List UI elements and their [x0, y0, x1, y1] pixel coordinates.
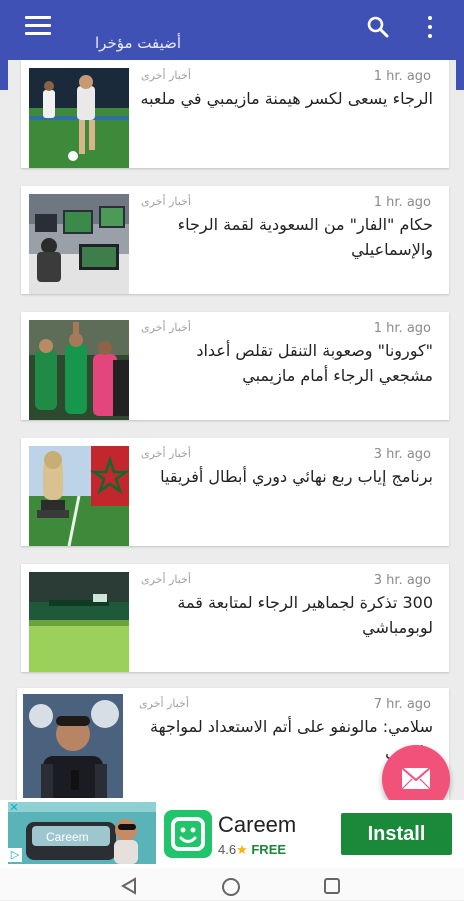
ad-rating-value: 4.6 — [218, 842, 237, 857]
article-source: أخبار أخرى — [141, 321, 191, 334]
article-thumbnail — [29, 320, 129, 420]
page-title: أضيفت مؤخرا — [95, 34, 182, 52]
article-headline: "كورونا" وصعوبة التنقل تقلص أعداد مشجعي … — [196, 341, 433, 385]
ad-banner[interactable]: Careem ✕ ▷ Careem 4.6★ FREE Install — [0, 800, 464, 868]
article-headline: 300 تذكرة لجماهير الرجاء لمتابعة قمة لوب… — [177, 593, 433, 637]
back-triangle-icon[interactable] — [120, 877, 138, 899]
article-thumbnail — [29, 572, 129, 672]
article-headline: حكام "الفار" من السعودية لقمة الرجاء وال… — [177, 215, 433, 259]
article-thumbnail — [29, 68, 129, 168]
app-bar: أضيفت مؤخرا — [0, 0, 464, 60]
article-time: 3 hr. ago — [373, 447, 431, 462]
hamburger-menu-icon[interactable] — [25, 16, 51, 36]
article-source: أخبار أخرى — [141, 69, 191, 82]
article-card[interactable]: أخبار أخرى 1 hr. ago الرجاء يسعى لكسر هي… — [21, 60, 449, 168]
home-circle-icon[interactable] — [221, 877, 241, 901]
ad-image[interactable]: Careem — [8, 802, 156, 864]
article-source: أخبار أخرى — [141, 573, 191, 586]
article-source: أخبار أخرى — [141, 195, 191, 208]
ad-info-icon[interactable]: ▷ — [8, 848, 22, 862]
system-nav-bar — [0, 868, 464, 900]
search-icon[interactable] — [366, 15, 390, 39]
article-card[interactable]: أخبار أخرى 1 hr. ago "كورونا" وصعوبة الت… — [21, 312, 449, 420]
article-time: 1 hr. ago — [373, 69, 431, 84]
article-card[interactable]: أخبار أخرى 1 hr. ago حكام "الفار" من الس… — [21, 186, 449, 294]
article-card[interactable]: أخبار أخرى 3 hr. ago برنامج إياب ربع نها… — [21, 438, 449, 546]
article-time: 1 hr. ago — [373, 321, 431, 336]
article-headline: برنامج إياب ربع نهائي دوري أبطال أفريقيا — [160, 467, 433, 486]
article-headline: الرجاء يسعى لكسر هيمنة مازيمبي في ملعبه — [140, 89, 433, 108]
article-source: أخبار أخرى — [139, 697, 189, 710]
article-card[interactable]: أخبار أخرى 3 hr. ago 300 تذكرة لجماهير ا… — [21, 564, 449, 672]
article-time: 1 hr. ago — [373, 195, 431, 210]
recents-square-icon[interactable] — [323, 877, 341, 899]
article-time: 3 hr. ago — [373, 573, 431, 588]
article-thumbnail — [29, 194, 129, 294]
more-vert-icon[interactable] — [424, 14, 436, 40]
article-thumbnail — [23, 694, 123, 798]
star-icon: ★ — [236, 842, 248, 857]
ad-app-name: Careem — [218, 812, 297, 837]
ad-rating: 4.6★ FREE — [218, 842, 286, 858]
article-source: أخبار أخرى — [141, 447, 191, 460]
ad-image-brand: Careem — [46, 830, 89, 844]
article-time: 7 hr. ago — [373, 697, 431, 712]
ad-price: FREE — [251, 842, 287, 857]
careem-logo-icon[interactable] — [164, 810, 212, 858]
article-thumbnail — [29, 446, 129, 546]
install-button[interactable]: Install — [341, 813, 452, 855]
ad-close-icon[interactable]: ✕ — [8, 802, 20, 814]
